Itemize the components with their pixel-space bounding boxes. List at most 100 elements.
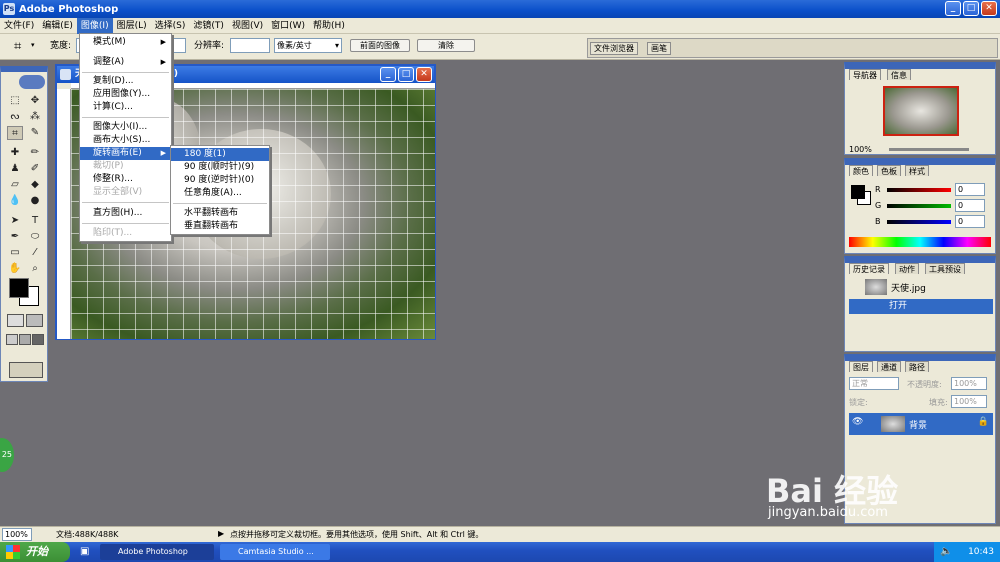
zoom-level-input[interactable]: 100% [2,528,32,541]
clear-button[interactable]: 清除 [417,39,475,52]
standard-screen-mode-icon[interactable] [6,334,18,345]
pen-tool-icon[interactable]: ✒ [7,230,23,244]
brush-tool-icon[interactable]: ✏ [27,146,43,160]
blend-mode-select[interactable]: 正常 [849,377,899,390]
floating-badge[interactable]: 25 [0,438,14,472]
tab-tool-presets[interactable]: 工具预设 [925,263,965,274]
resolution-unit-select[interactable]: 像素/英寸 ▾ [274,38,342,53]
tab-info[interactable]: 信息 [887,69,911,80]
layer-row-background[interactable]: 👁 背景 🔒 [849,413,993,435]
tab-swatches[interactable]: 色板 [877,165,901,176]
adobe-online-icon[interactable] [19,75,45,89]
quick-mask-icon[interactable] [26,314,43,327]
palette-tab-file-browser[interactable]: 文件浏览器 [590,42,638,55]
tab-actions[interactable]: 动作 [895,263,919,274]
color-spectrum-bar[interactable] [849,237,991,247]
menu-item-trim[interactable]: 修整(R)... [80,173,171,186]
history-snapshot-label[interactable]: 天使.jpg [891,281,926,294]
slice-tool-icon[interactable]: ✎ [27,126,43,140]
resolution-input[interactable] [230,38,270,53]
menu-item-adjust[interactable]: 调整(A) ▶ [80,56,171,69]
menu-view[interactable]: 视图(V) [228,18,267,34]
menu-item-calculations[interactable]: 计算(C)... [80,101,171,114]
menu-filter[interactable]: 滤镜(T) [189,18,228,34]
clone-stamp-tool-icon[interactable]: ♟ [7,162,23,176]
document-size-info[interactable]: 文档:488K/488K [56,529,118,540]
tab-color[interactable]: 颜色 [849,165,873,176]
palette-tab-brushes[interactable]: 画笔 [647,42,671,55]
zoom-tool-icon[interactable]: ⌕ [27,262,43,276]
full-screen-menu-mode-icon[interactable] [19,334,31,345]
minimize-button[interactable]: _ [945,1,961,16]
menu-item-canvas-size[interactable]: 画布大小(S)... [80,134,171,147]
crop-tool-icon[interactable]: ⌗ [14,39,21,54]
navigator-zoom-slider[interactable] [889,148,969,151]
eye-icon[interactable]: 👁 [852,417,863,427]
path-selection-tool-icon[interactable]: ➤ [7,214,23,228]
value-b[interactable]: 0 [955,215,985,228]
menu-help[interactable]: 帮助(H) [309,18,349,34]
dodge-tool-icon[interactable]: ● [27,194,43,208]
jump-to-imageready-icon[interactable] [9,362,43,378]
clock[interactable]: 10:43 [968,547,994,557]
menu-window[interactable]: 窗口(W) [267,18,309,34]
history-brush-tool-icon[interactable]: ✐ [27,162,43,176]
opacity-input[interactable]: 100% [951,377,987,390]
start-button[interactable]: 开始 [0,542,70,562]
value-r[interactable]: 0 [955,183,985,196]
volume-icon[interactable]: 🔈 [940,542,952,562]
fill-input[interactable]: 100% [951,395,987,408]
navigator-zoom-value[interactable]: 100% [849,145,872,154]
foreground-color-swatch[interactable] [9,278,29,298]
slider-g[interactable] [887,204,951,208]
flip-horizontal-item[interactable]: 水平翻转画布 [171,207,269,220]
color-fg-swatch[interactable] [851,185,865,199]
standard-mode-icon[interactable] [7,314,24,327]
blur-tool-icon[interactable]: 💧 [7,194,23,208]
tab-channels[interactable]: 通道 [877,361,901,372]
crop-tool-icon[interactable]: ⌗ [7,126,23,140]
menu-item-duplicate[interactable]: 复制(D)... [80,75,171,88]
navigator-thumbnail[interactable] [883,86,959,136]
tab-navigator[interactable]: 导航器 [849,69,881,80]
doc-minimize-button[interactable]: _ [380,67,396,82]
full-screen-mode-icon[interactable] [32,334,44,345]
tab-styles[interactable]: 样式 [905,165,929,176]
eraser-tool-icon[interactable]: ▱ [7,178,23,192]
eyedropper-tool-icon[interactable]: ⁄ [27,246,43,260]
menu-file[interactable]: 文件(F) [0,18,38,34]
rotate-90-cw-item[interactable]: 90 度(顺时针)(9) [171,161,269,174]
task-camtasia[interactable]: Camtasia Studio ... [220,544,330,560]
menu-item-histogram[interactable]: 直方图(H)... [80,207,171,220]
rotate-arbitrary-item[interactable]: 任意角度(A)... [171,187,269,200]
close-button[interactable]: ✕ [981,1,997,16]
height-input[interactable] [172,38,186,53]
task-photoshop[interactable]: Adobe Photoshop [100,544,214,560]
menu-item-image-size[interactable]: 图像大小(I)... [80,121,171,134]
value-g[interactable]: 0 [955,199,985,212]
history-step-open[interactable]: 打开 [849,299,993,314]
notes-tool-icon[interactable]: ▭ [7,246,23,260]
show-desktop-icon[interactable]: ▣ [80,546,89,557]
type-tool-icon[interactable]: T [27,214,43,228]
menu-select[interactable]: 选择(S) [151,18,190,34]
doc-close-button[interactable]: ✕ [416,67,432,82]
flip-vertical-item[interactable]: 垂直翻转画布 [171,220,269,233]
move-tool-icon[interactable]: ✥ [27,94,43,108]
tab-history[interactable]: 历史记录 [849,263,889,274]
doc-maximize-button[interactable]: □ [398,67,414,82]
menu-layer[interactable]: 图层(L) [113,18,151,34]
menu-image[interactable]: 图像(I) [76,17,113,34]
shape-tool-icon[interactable]: ⬭ [27,230,43,244]
rotate-180-item[interactable]: 180 度(1) [171,148,269,161]
lasso-tool-icon[interactable]: ᔓ [7,110,23,124]
marquee-tool-icon[interactable]: ⬚ [7,94,23,108]
menu-item-apply-image[interactable]: 应用图像(Y)... [80,88,171,101]
hand-tool-icon[interactable]: ✋ [7,262,23,276]
chevron-down-icon[interactable]: ▾ [31,41,35,49]
healing-brush-tool-icon[interactable]: ✚ [7,146,23,160]
front-image-button[interactable]: 前面的图像 [350,39,410,52]
menu-item-rotate-canvas[interactable]: 旋转画布(E) ▶ [80,147,171,160]
maximize-button[interactable]: □ [963,1,979,16]
menu-item-mode[interactable]: 模式(M) ▶ [80,36,171,49]
